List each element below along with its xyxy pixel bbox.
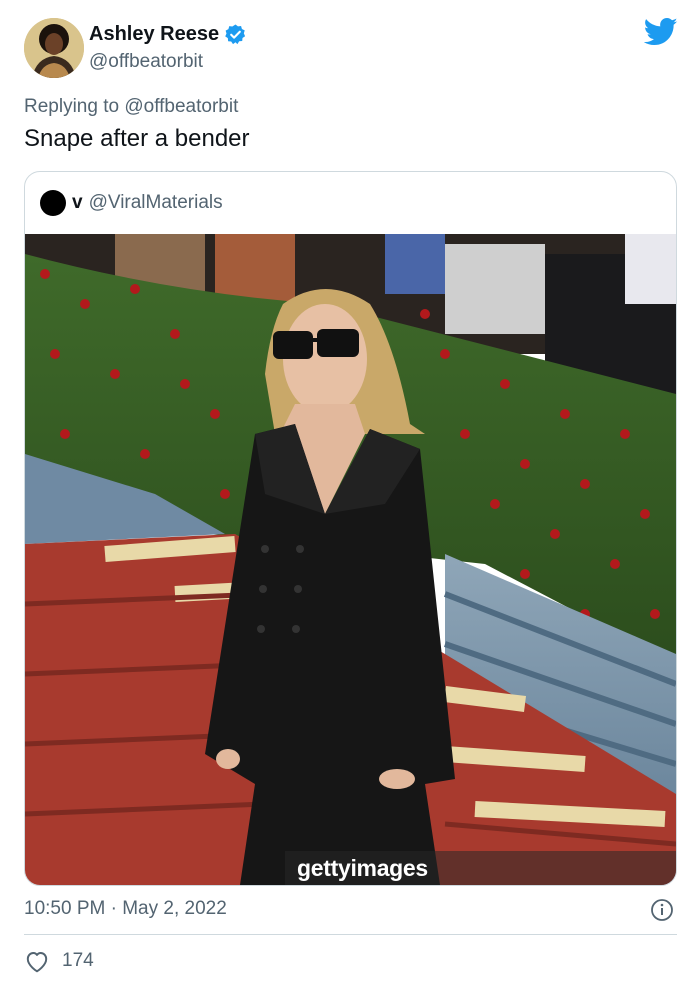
quoted-author-handle: @ViralMaterials — [88, 192, 223, 213]
divider — [24, 934, 677, 935]
quoted-tweet[interactable]: v @ViralMaterials gettyimages — [24, 171, 677, 886]
author-name-text[interactable]: Ashley Reese — [89, 23, 219, 46]
avatar[interactable] — [24, 18, 84, 78]
reply-prefix: Replying to — [24, 96, 125, 117]
quoted-tweet-header: v @ViralMaterials — [40, 190, 223, 216]
watermark-text: gettyimages — [297, 855, 428, 881]
quoted-photo[interactable]: gettyimages — [25, 234, 676, 885]
quoted-avatar — [40, 190, 66, 216]
heart-icon[interactable] — [24, 949, 50, 973]
info-icon[interactable] — [650, 898, 674, 922]
photo-watermark: gettyimages — [285, 851, 676, 885]
reply-context: Replying to @offbeatorbit — [24, 96, 238, 118]
author-handle[interactable]: @offbeatorbit — [89, 51, 203, 73]
tweet-text: Snape after a bender — [24, 125, 250, 152]
tweet-card: Ashley Reese @offbeatorbit Replying to @… — [0, 0, 700, 988]
twitter-bird-icon[interactable] — [643, 17, 678, 47]
like-count: 174 — [62, 950, 94, 971]
author-name[interactable]: Ashley Reese — [89, 23, 247, 46]
reply-mention-link[interactable]: @offbeatorbit — [124, 96, 238, 117]
tweet-timestamp[interactable]: 10:50 PM · May 2, 2022 — [24, 898, 227, 920]
verified-badge-icon — [224, 23, 247, 46]
quoted-author-name: v — [72, 192, 83, 213]
like-button[interactable]: 174 — [24, 949, 94, 973]
